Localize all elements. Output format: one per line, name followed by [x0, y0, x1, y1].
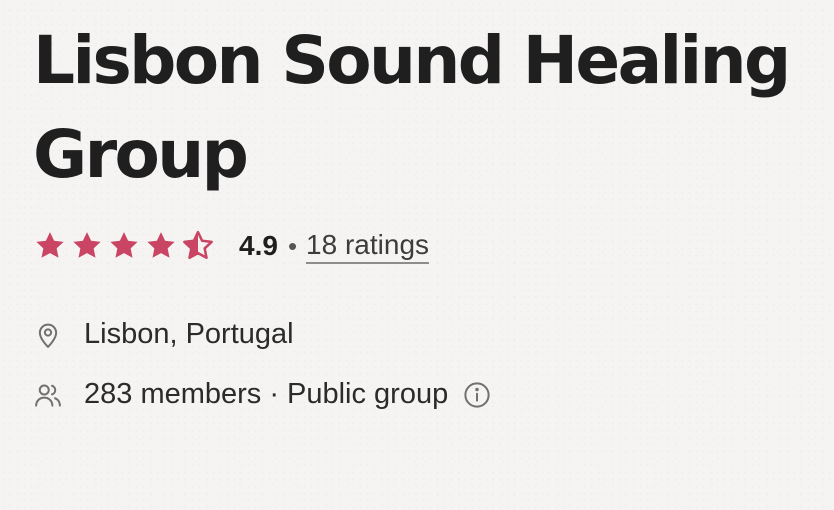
rating-separator: •	[287, 230, 298, 261]
group-header: Lisbon Sound Healing Group 4.9 • 18 rati…	[33, 14, 823, 411]
members-count: 283 members	[84, 378, 262, 410]
star-icon	[33, 229, 67, 263]
star-rating	[33, 229, 215, 263]
map-pin-icon	[33, 320, 63, 350]
members-row: 283 members · Public group	[33, 378, 823, 411]
rating-value: 4.9	[239, 230, 278, 261]
ratings-count-link[interactable]: 18 ratings	[306, 229, 430, 264]
info-icon[interactable]	[462, 380, 492, 410]
star-icon	[70, 229, 104, 263]
location-text: Lisbon, Portugal	[84, 318, 294, 350]
group-title: Lisbon Sound Healing Group	[33, 22, 791, 193]
members-separator: ·	[269, 378, 279, 410]
group-visibility: Public group	[286, 378, 449, 410]
location-row: Lisbon, Portugal	[33, 318, 823, 351]
rating-row: 4.9 • 18 ratings	[33, 226, 823, 266]
people-icon	[33, 380, 63, 410]
star-icon	[144, 229, 178, 263]
star-icon	[107, 229, 141, 263]
star-half-icon	[181, 229, 215, 263]
